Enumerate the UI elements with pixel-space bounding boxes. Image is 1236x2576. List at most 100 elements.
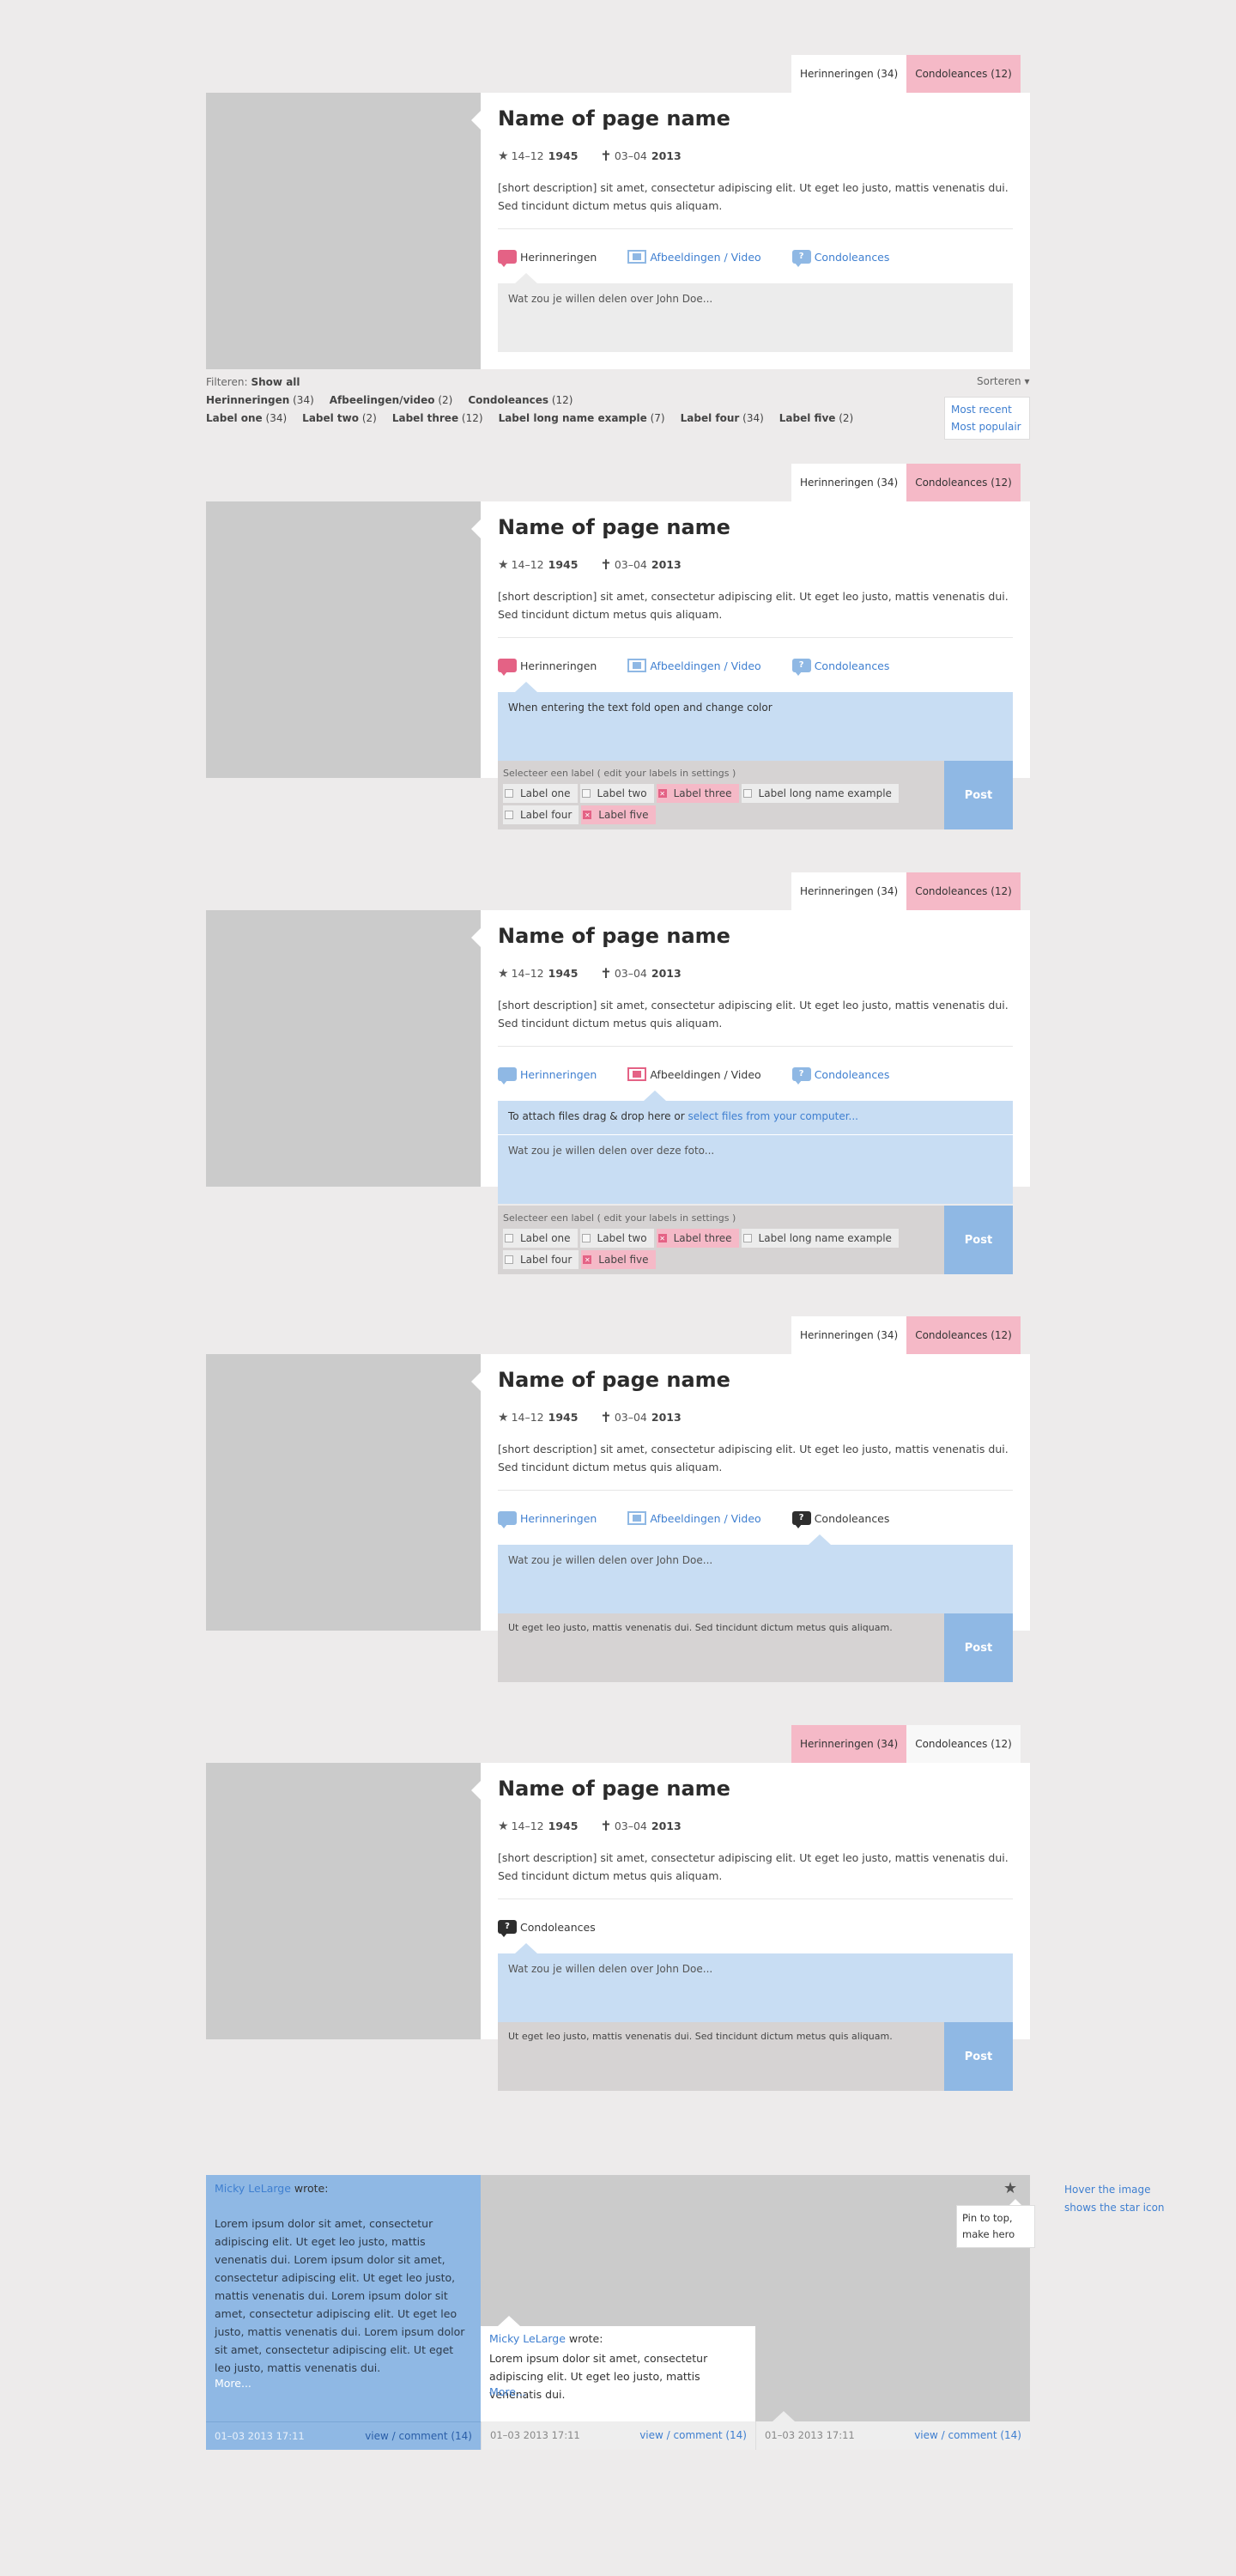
- death-year: 2013: [651, 149, 682, 162]
- profile-photo[interactable]: [206, 1354, 481, 1631]
- comment-link[interactable]: comment (14): [948, 2429, 1021, 2441]
- compose-input[interactable]: Wat zou je willen delen over John Doe...: [498, 1953, 1013, 2022]
- label-text: Label two: [597, 787, 647, 799]
- image-icon: [627, 1067, 647, 1081]
- tab-condoleances[interactable]: Condoleances (12): [906, 872, 1021, 910]
- tab-condoleances[interactable]: Condoleances (12): [906, 1725, 1021, 1763]
- separator: /: [666, 2429, 670, 2441]
- action-condoleances[interactable]: ? Condoleances: [498, 1920, 596, 1937]
- label-chip-long[interactable]: Label long name example: [741, 1229, 899, 1248]
- compose-input[interactable]: Wat zou je willen delen over John Doe...: [498, 1545, 1013, 1613]
- action-herinneringen[interactable]: Herinneringen: [498, 1067, 597, 1084]
- label-chip-five[interactable]: ✕ Label five: [581, 805, 656, 824]
- compose-input[interactable]: Wat zou je willen delen over John Doe...: [498, 283, 1013, 352]
- photo-compose-input[interactable]: Wat zou je willen delen over deze foto..…: [498, 1135, 1013, 1204]
- card-author-link[interactable]: Micky LeLarge: [215, 2182, 291, 2195]
- action-afbeeldingen[interactable]: Afbeeldingen / Video: [627, 1067, 761, 1081]
- birth-day: 14–12: [511, 1820, 544, 1832]
- filter-label-long[interactable]: Label long name example (7): [499, 410, 665, 428]
- post-button[interactable]: Post: [944, 1206, 1013, 1274]
- post-button[interactable]: Post: [944, 2022, 1013, 2091]
- dates: ★ 14–12 1945 ✝ 03–04 2013: [498, 1818, 682, 1834]
- tab-herinneringen[interactable]: Herinneringen (34): [791, 872, 907, 910]
- cross-icon: ✝: [600, 556, 612, 573]
- filter-label-two[interactable]: Label two (2): [302, 410, 377, 428]
- profile-photo[interactable]: [206, 501, 481, 778]
- label-chip-one[interactable]: Label one: [503, 1229, 578, 1248]
- filter-show-all[interactable]: Show all: [251, 374, 300, 392]
- file-dropzone[interactable]: To attach files drag & drop here or sele…: [498, 1101, 1013, 1135]
- profile-photo[interactable]: [206, 1763, 481, 2039]
- comment-link[interactable]: comment (14): [674, 2429, 747, 2441]
- post-button[interactable]: Post: [944, 761, 1013, 829]
- filter-label-five[interactable]: Label five (2): [779, 410, 853, 428]
- tab-herinneringen[interactable]: Herinneringen (34): [791, 1316, 907, 1354]
- filter-condoleances[interactable]: Condoleances (12): [468, 392, 573, 410]
- action-condoleances[interactable]: ? Condoleances: [791, 1067, 889, 1084]
- label-chip-two[interactable]: Label two: [579, 1229, 654, 1248]
- death-day: 03–04: [614, 1820, 647, 1832]
- label-chip-three[interactable]: ✕ Label three: [656, 1229, 739, 1248]
- comment-link[interactable]: comment (14): [399, 2430, 472, 2442]
- filter-count: (2): [839, 412, 854, 424]
- action-label: Herinneringen: [520, 1511, 597, 1525]
- view-link[interactable]: view: [365, 2430, 389, 2442]
- action-herinneringen[interactable]: Herinneringen: [498, 659, 597, 676]
- action-label: Herinneringen: [520, 250, 597, 264]
- memory-card-photo[interactable]: ★ Pin to top, make hero 01–03 2013 17:11…: [755, 2175, 1035, 2450]
- tab-condoleances[interactable]: Condoleances (12): [906, 464, 1021, 501]
- label-chip-four[interactable]: Label four: [503, 1250, 579, 1269]
- star-icon[interactable]: ★: [1003, 2179, 1017, 2197]
- label-chip-one[interactable]: Label one: [503, 784, 578, 803]
- select-files-link[interactable]: select files from your computer...: [688, 1110, 858, 1122]
- label-chip-long[interactable]: Label long name example: [741, 784, 899, 803]
- filter-label-four[interactable]: Label four (34): [681, 410, 764, 428]
- action-herinneringen[interactable]: Herinneringen: [498, 250, 597, 267]
- condolence-bubble-icon: ?: [791, 250, 811, 267]
- separator: /: [941, 2429, 945, 2441]
- tab-herinneringen[interactable]: Herinneringen (34): [791, 1725, 907, 1763]
- sort-most-recent[interactable]: Most recent: [951, 401, 1023, 418]
- action-condoleances[interactable]: ? Condoleances: [791, 1511, 889, 1528]
- memory-card-text[interactable]: Micky LeLarge wrote: Lorem ipsum dolor s…: [206, 2175, 481, 2450]
- tab-herinneringen[interactable]: Herinneringen (34): [791, 464, 907, 501]
- filter-herinneringen[interactable]: Herinneringen (34): [206, 392, 314, 410]
- tab-condoleances[interactable]: Condoleances (12): [906, 1316, 1021, 1354]
- filter-name: Label four: [680, 412, 740, 424]
- label-chip-five[interactable]: ✕ Label five: [581, 1250, 656, 1269]
- label-chip-two[interactable]: Label two: [579, 784, 654, 803]
- card-more-link[interactable]: More...: [489, 2385, 526, 2398]
- action-condoleances[interactable]: ? Condoleances: [791, 659, 889, 676]
- memory-card-image[interactable]: Micky LeLarge wrote: Lorem ipsum dolor s…: [481, 2175, 755, 2450]
- view-link[interactable]: view: [914, 2429, 938, 2441]
- filter-name: Condoleances: [468, 394, 549, 406]
- action-condoleances[interactable]: ? Condoleances: [791, 250, 889, 267]
- card-image[interactable]: [481, 2175, 755, 2326]
- action-afbeeldingen[interactable]: Afbeeldingen / Video: [627, 250, 761, 264]
- tab-herinneringen[interactable]: Herinneringen (34): [791, 55, 907, 93]
- action-herinneringen[interactable]: Herinneringen: [498, 1511, 597, 1528]
- card-more-link[interactable]: More...: [215, 2377, 251, 2390]
- tab-condoleances[interactable]: Condoleances (12): [906, 55, 1021, 93]
- birth-year: 1945: [548, 1820, 579, 1832]
- sort-dropdown[interactable]: Sorteren ▾: [977, 375, 1030, 387]
- star-icon: ★: [498, 966, 509, 981]
- action-label: Condoleances: [520, 1920, 596, 1934]
- compose-input-active[interactable]: When entering the text fold open and cha…: [498, 692, 1013, 761]
- card-author-link[interactable]: Micky LeLarge: [489, 2332, 566, 2345]
- label-chip-four[interactable]: Label four: [503, 805, 579, 824]
- filter-name: Label one: [206, 412, 263, 424]
- profile-photo[interactable]: [206, 93, 481, 369]
- filter-label-one[interactable]: Label one (34): [206, 410, 287, 428]
- filter-label-three[interactable]: Label three (12): [392, 410, 483, 428]
- filter-afbeeldingen[interactable]: Afbeelingen/video (2): [330, 392, 453, 410]
- action-afbeeldingen[interactable]: Afbeeldingen / Video: [627, 659, 761, 672]
- label-chip-three[interactable]: ✕ Label three: [656, 784, 739, 803]
- filter-name: Label two: [302, 412, 360, 424]
- post-button[interactable]: Post: [944, 1613, 1013, 1682]
- condolence-text: Ut eget leo justo, mattis venenatis dui.…: [498, 2022, 944, 2091]
- profile-photo[interactable]: [206, 910, 481, 1187]
- action-afbeeldingen[interactable]: Afbeeldingen / Video: [627, 1511, 761, 1525]
- sort-most-populair[interactable]: Most populair: [951, 418, 1023, 435]
- view-link[interactable]: view: [639, 2429, 663, 2441]
